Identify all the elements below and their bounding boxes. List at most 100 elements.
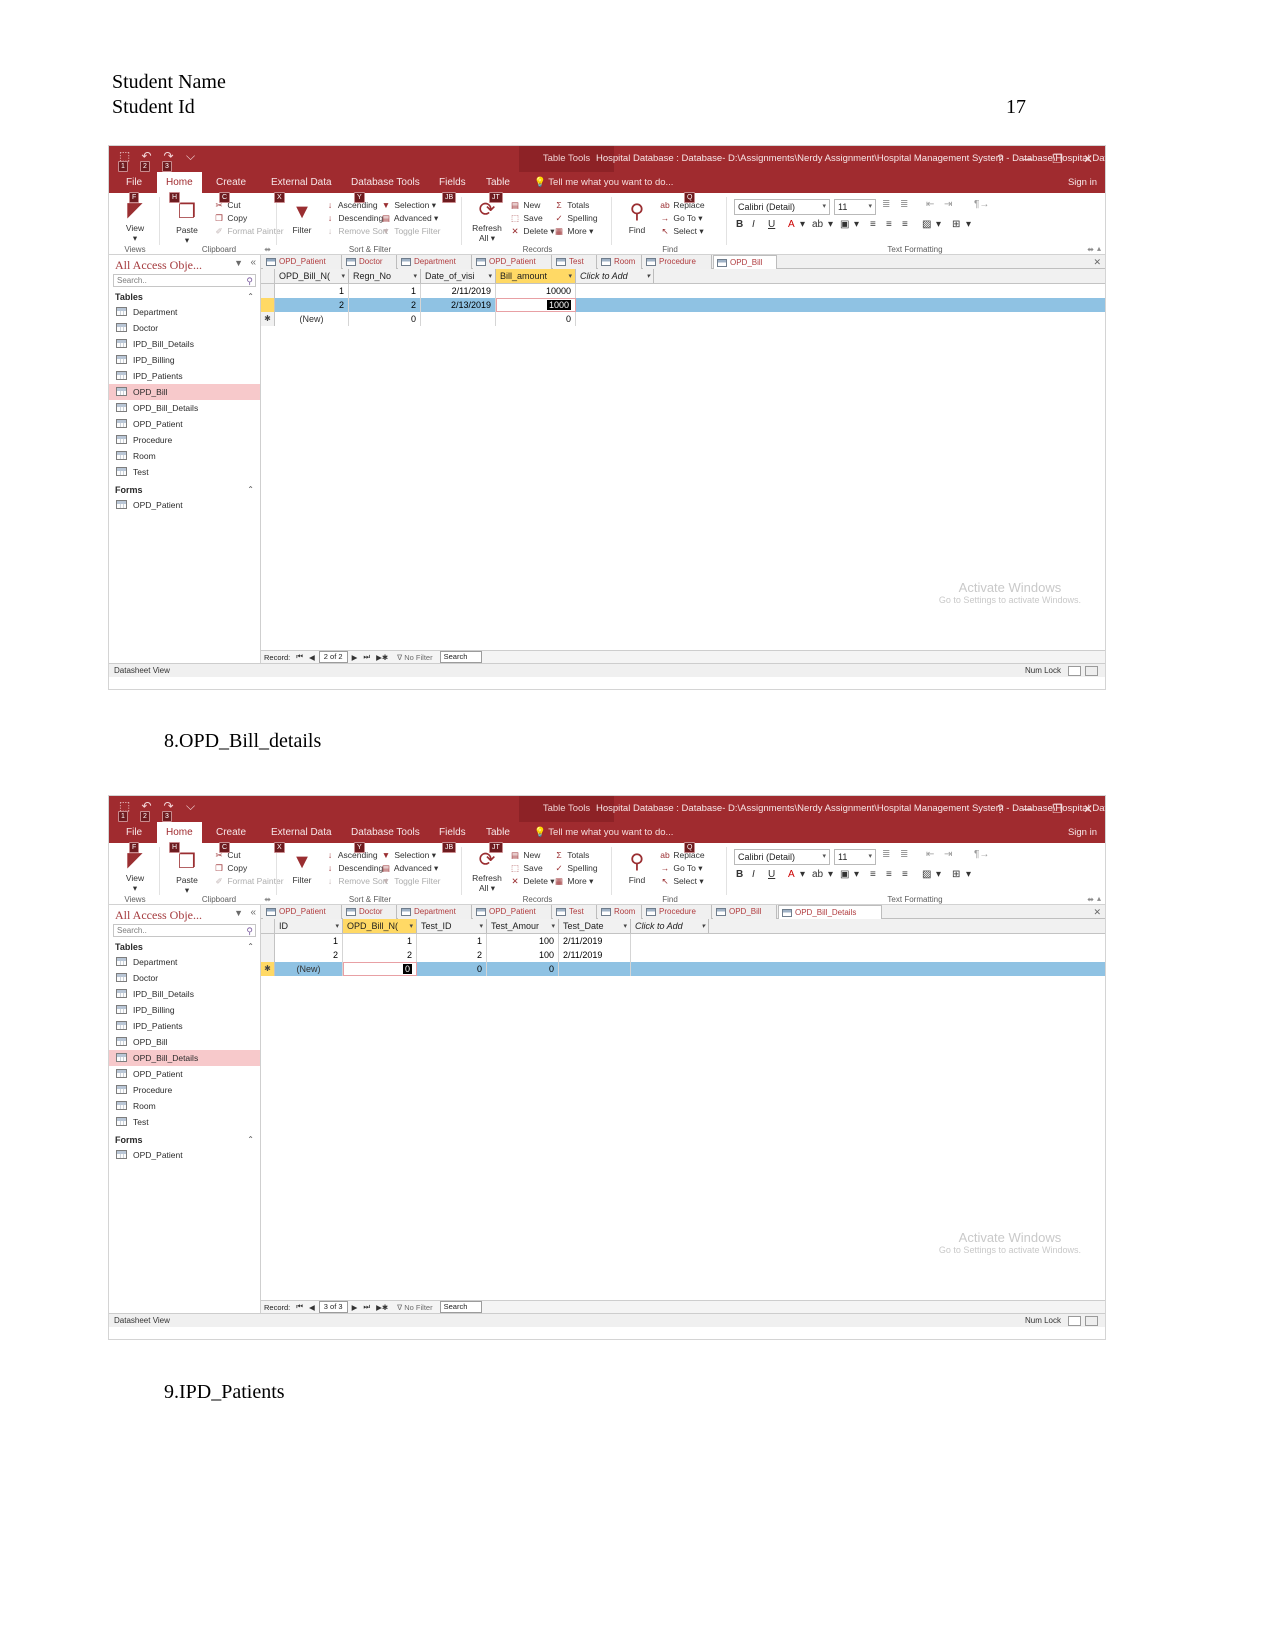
cell-r2-c1[interactable]: 0 [349,312,421,326]
background-color-icon[interactable]: ▣ [840,219,849,230]
document-tab-opd_bill-7[interactable]: OPD_Bill [713,905,777,919]
font-color-caret[interactable]: ▾ [800,869,805,880]
column-header-caret[interactable]: ▾ [335,919,339,933]
cell-r0-c0[interactable]: 1 [275,284,349,298]
new-record-icon[interactable]: ▤ New [509,199,540,212]
customize-qat-icon[interactable]: ⌵ [183,799,198,814]
font-name-caret[interactable]: ▾ [822,200,826,214]
document-tab-department-2[interactable]: Department [398,255,472,269]
find-item-0[interactable]: ab Replace [659,199,704,212]
delete-record-icon[interactable]: ✕ Delete ▾ [509,875,554,888]
sort-ascending-icon[interactable]: ↓ Ascending [324,849,378,862]
filter-status[interactable]: ∇ No Filter [397,1303,432,1312]
restore-button[interactable]: ❐ [1052,802,1063,816]
document-tab-test-4[interactable]: Test [553,255,597,269]
redo-icon[interactable]: ↷ 3 [161,149,176,172]
decrease-indent-icon[interactable]: ⇤ [926,849,934,860]
sort-descending-icon[interactable]: ↓ Descending [324,862,383,875]
nav-item-opd_patient[interactable]: OPD_Patient [109,497,260,513]
column-header-Test_ID[interactable]: Test_ID ▾ [417,919,487,933]
document-tab-opd_patient-0[interactable]: OPD_Patient [263,255,342,269]
record-search-input[interactable]: Search [439,1301,483,1313]
text-highlight-icon[interactable]: ab [812,219,823,230]
row-selector[interactable]: ✱ [261,312,275,326]
sort-ascending-icon[interactable]: ↓ Ascending [324,199,378,212]
format-painter-icon[interactable]: ✐ Format Painter [213,225,283,238]
ribbon-tab-fields[interactable]: Fields [430,172,475,193]
new-record-button[interactable]: ▶✱ [374,653,390,662]
spelling-icon[interactable]: ✓ Spelling [553,862,597,875]
close-document-tab-button[interactable]: ✕ [1093,255,1101,269]
italic-button[interactable]: I [752,219,755,230]
cell-r2-c4[interactable] [576,312,654,326]
document-tab-opd_patient-3[interactable]: OPD_Patient [473,255,552,269]
font-name-combo[interactable]: Calibri (Detail) ▾ [734,199,830,215]
row-selector[interactable] [261,934,275,948]
close-button[interactable]: ✕ [1083,152,1093,166]
funnel-icon[interactable]: ▼ Filter [282,199,322,235]
text-direction-icon[interactable]: ¶→ [974,849,989,860]
navigation-group-forms[interactable]: Forms ⌃ [109,483,260,497]
gridlines-icon[interactable]: ⊞ [952,869,960,880]
document-tab-room-5[interactable]: Room [598,255,642,269]
refresh-all-label[interactable]: All ▾ [467,883,507,893]
more-icon[interactable]: ▦ More ▾ [553,225,593,238]
cell-r0-c4[interactable] [576,284,654,298]
magnifier-icon[interactable]: ⚲ [246,926,253,937]
nav-item-procedure[interactable]: Procedure [109,1082,260,1098]
previous-record-button[interactable]: ◀ [307,653,317,662]
ribbon-tab-file[interactable]: File [117,172,151,193]
refresh-all-label[interactable]: All ▾ [467,233,507,243]
advanced-filter-icon[interactable]: ▤ Advanced ▾ [380,212,438,225]
ribbon-tab-table[interactable]: Table [477,172,519,193]
nav-item-ipd_bill_details[interactable]: IPD_Bill_Details [109,336,260,352]
new-record-button[interactable]: ▶✱ [374,1303,390,1312]
toggle-filter-icon[interactable]: ▼ Toggle Filter [380,875,441,888]
cell-r0-c1[interactable]: 1 [349,284,421,298]
alt-fill-caret[interactable]: ▾ [936,219,941,230]
nav-item-ipd_patients[interactable]: IPD_Patients [109,1018,260,1034]
nav-item-department[interactable]: Department [109,304,260,320]
nav-item-ipd_billing[interactable]: IPD_Billing [109,352,260,368]
help-button[interactable]: ? [997,802,1004,816]
cell-r1-c1[interactable]: 2 [349,298,421,312]
sign-in-button[interactable]: Sign in [1068,822,1097,843]
save-icon[interactable]: ⬚ 1 [117,799,132,822]
cell-r0-c4[interactable]: 2/11/2019 [559,934,631,948]
font-name-combo[interactable]: Calibri (Detail) ▾ [734,849,830,865]
remove-sort-icon[interactable]: ↓ Remove Sort [324,225,388,238]
align-right-icon[interactable]: ≡ [902,219,908,230]
ribbon-tab-database-tools[interactable]: Database Tools [342,822,429,843]
funnel-icon[interactable]: ▼ Filter [282,849,322,885]
cell-r1-c2[interactable]: 2 [417,948,487,962]
find-item-1[interactable]: → Go To ▾ [659,862,703,875]
current-record-indicator[interactable]: 2 of 2 [318,651,348,663]
column-header-Regn_No[interactable]: Regn_No ▾ [349,269,421,283]
text-formatting-dialog-launcher[interactable]: ⬌ [1087,895,1094,904]
ribbon-tab-database-tools[interactable]: Database Tools [342,172,429,193]
column-header-caret[interactable]: ▾ [341,269,345,283]
column-header-caret[interactable]: ▾ [646,269,650,283]
minimize-button[interactable]: ─ [1024,802,1033,816]
nav-item-ipd_patients[interactable]: IPD_Patients [109,368,260,384]
row-selector[interactable] [261,948,275,962]
ribbon-tab-external-data[interactable]: External Data [262,822,341,843]
nav-item-department[interactable]: Department [109,954,260,970]
cell-r1-c4[interactable]: 2/11/2019 [559,948,631,962]
cell-r1-c1[interactable]: 2 [343,948,417,962]
cell-r0-c2[interactable]: 2/11/2019 [421,284,496,298]
nav-item-procedure[interactable]: Procedure [109,432,260,448]
cell-r2-c5[interactable] [631,962,709,976]
cell-r1-c2[interactable]: 2/13/2019 [421,298,496,312]
text-highlight-icon[interactable]: ab [812,869,823,880]
bold-button[interactable]: B [736,219,743,230]
increase-indent-icon[interactable]: ⇥ [944,199,952,210]
navigation-group-tables[interactable]: Tables ⌃ [109,940,260,954]
selection-icon[interactable]: ▼ Selection ▾ [380,199,436,212]
magnifier-icon[interactable]: ⚲ Find [617,199,657,235]
close-document-tab-button[interactable]: ✕ [1093,905,1101,919]
ribbon-tab-home[interactable]: Home [157,822,202,843]
column-header-ClicktoAdd[interactable]: Click to Add ▾ [631,919,709,933]
cell-r1-c0[interactable]: 2 [275,298,349,312]
record-search-input[interactable]: Search [439,651,483,663]
